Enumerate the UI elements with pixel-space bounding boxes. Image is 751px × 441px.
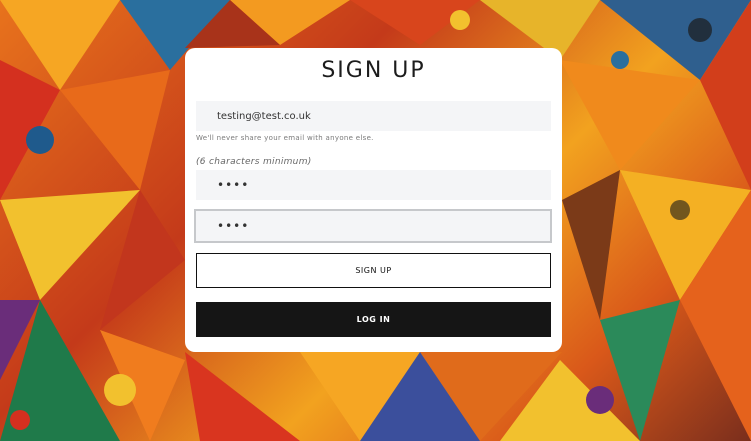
confirm-password-field[interactable]	[194, 209, 552, 243]
page-title: SIGN UP	[321, 58, 426, 83]
signup-card: SIGN UP We'll never share your email wit…	[185, 48, 562, 352]
signup-button[interactable]: SIGN UP	[196, 253, 551, 288]
email-field[interactable]	[196, 101, 551, 131]
login-button[interactable]: LOG IN	[196, 302, 551, 337]
password-field[interactable]	[196, 170, 551, 200]
email-help-text: We'll never share your email with anyone…	[196, 134, 374, 142]
password-hint: (6 characters minimum)	[196, 157, 312, 167]
